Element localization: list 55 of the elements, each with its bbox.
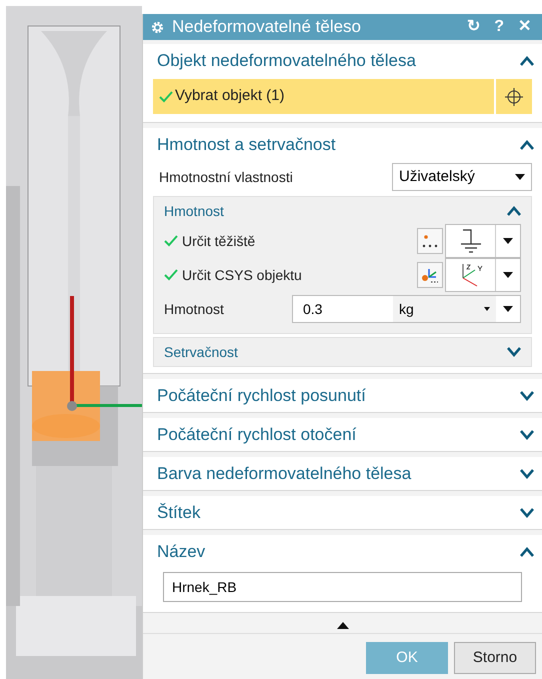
scroll-up-arrow-icon[interactable] xyxy=(336,622,348,629)
ground-symbol-icon xyxy=(458,228,482,254)
unit-dropdown[interactable]: kg xyxy=(393,296,496,322)
section-title: Název xyxy=(157,540,206,563)
dropdown-caret-icon[interactable] xyxy=(503,306,513,312)
field-label: Hmotnostní vlastnosti xyxy=(159,168,293,186)
subgroup-title: Hmotnost xyxy=(164,202,224,220)
select-object-row[interactable]: Vybrat objekt (1) xyxy=(153,79,494,114)
section-title: Počáteční rychlost otočení xyxy=(157,424,356,446)
section-title: Štítek xyxy=(157,502,200,524)
dropdown-caret-icon[interactable] xyxy=(515,174,525,180)
section-header[interactable]: Objekt nedeformovatelného tělesa xyxy=(143,44,542,77)
cancel-button[interactable]: Storno xyxy=(454,642,536,674)
select-object-label: Vybrat objekt (1) xyxy=(175,86,284,106)
point-dots-icon xyxy=(421,233,439,249)
type-dropdown[interactable] xyxy=(445,258,521,292)
section-header[interactable]: Barva nedeformovatelného tělesa xyxy=(143,457,542,490)
section-header[interactable]: Název xyxy=(143,535,542,568)
section-header[interactable]: Počáteční rychlost posunutí xyxy=(143,379,542,412)
field-label: Hmotnost xyxy=(164,300,225,318)
dropdown-caret-icon xyxy=(484,307,490,311)
subgroup-title: Setrvačnost xyxy=(164,342,238,362)
crosshair-button[interactable] xyxy=(496,79,532,114)
dialog-title: Nedeformovatelné těleso xyxy=(172,16,362,38)
section-header[interactable]: Hmotnost a setrvačnost xyxy=(143,128,542,161)
dropdown-caret-icon[interactable] xyxy=(503,272,513,278)
collapse-chevron-icon[interactable] xyxy=(520,546,534,556)
expand-chevron-icon[interactable] xyxy=(520,390,534,400)
section-title: Hmotnost a setrvačnost xyxy=(157,134,336,156)
type-dropdown[interactable] xyxy=(445,224,521,258)
mass-properties-dropdown[interactable]: Uživatelský xyxy=(392,163,532,191)
collapse-chevron-icon[interactable] xyxy=(520,56,534,66)
section-header[interactable]: Štítek xyxy=(143,496,542,529)
expand-chevron-icon[interactable] xyxy=(520,468,534,478)
csys-dialog-button[interactable] xyxy=(417,262,443,288)
collapse-chevron-icon[interactable] xyxy=(507,206,521,216)
step-label: Určit CSYS objektu xyxy=(182,266,303,285)
mass-value: 0.3 xyxy=(302,300,324,318)
section-title: Barva nedeformovatelného tělesa xyxy=(157,462,412,485)
csys-dialog-icon xyxy=(421,266,439,284)
expand-chevron-icon[interactable] xyxy=(520,508,534,518)
section-title: Počáteční rychlost posunutí xyxy=(157,384,366,407)
subgroup-header[interactable]: Setrvačnost xyxy=(154,338,531,366)
point-dialog-button[interactable] xyxy=(417,228,443,254)
collapse-chevron-icon[interactable] xyxy=(520,140,534,150)
expand-chevron-icon[interactable] xyxy=(520,430,534,440)
section-title: Objekt nedeformovatelného tělesa xyxy=(157,50,416,72)
gear-icon xyxy=(151,20,164,34)
expand-chevron-icon[interactable] xyxy=(507,347,521,357)
step-label: Určit těžiště xyxy=(182,232,256,250)
subgroup-header[interactable]: Hmotnost xyxy=(154,197,531,225)
dropdown-caret-icon[interactable] xyxy=(503,238,513,244)
name-input-field[interactable]: Hrnek_RB xyxy=(163,572,522,602)
section-header[interactable]: Počáteční rychlost otočení xyxy=(143,418,542,451)
crosshair-icon xyxy=(505,88,523,106)
